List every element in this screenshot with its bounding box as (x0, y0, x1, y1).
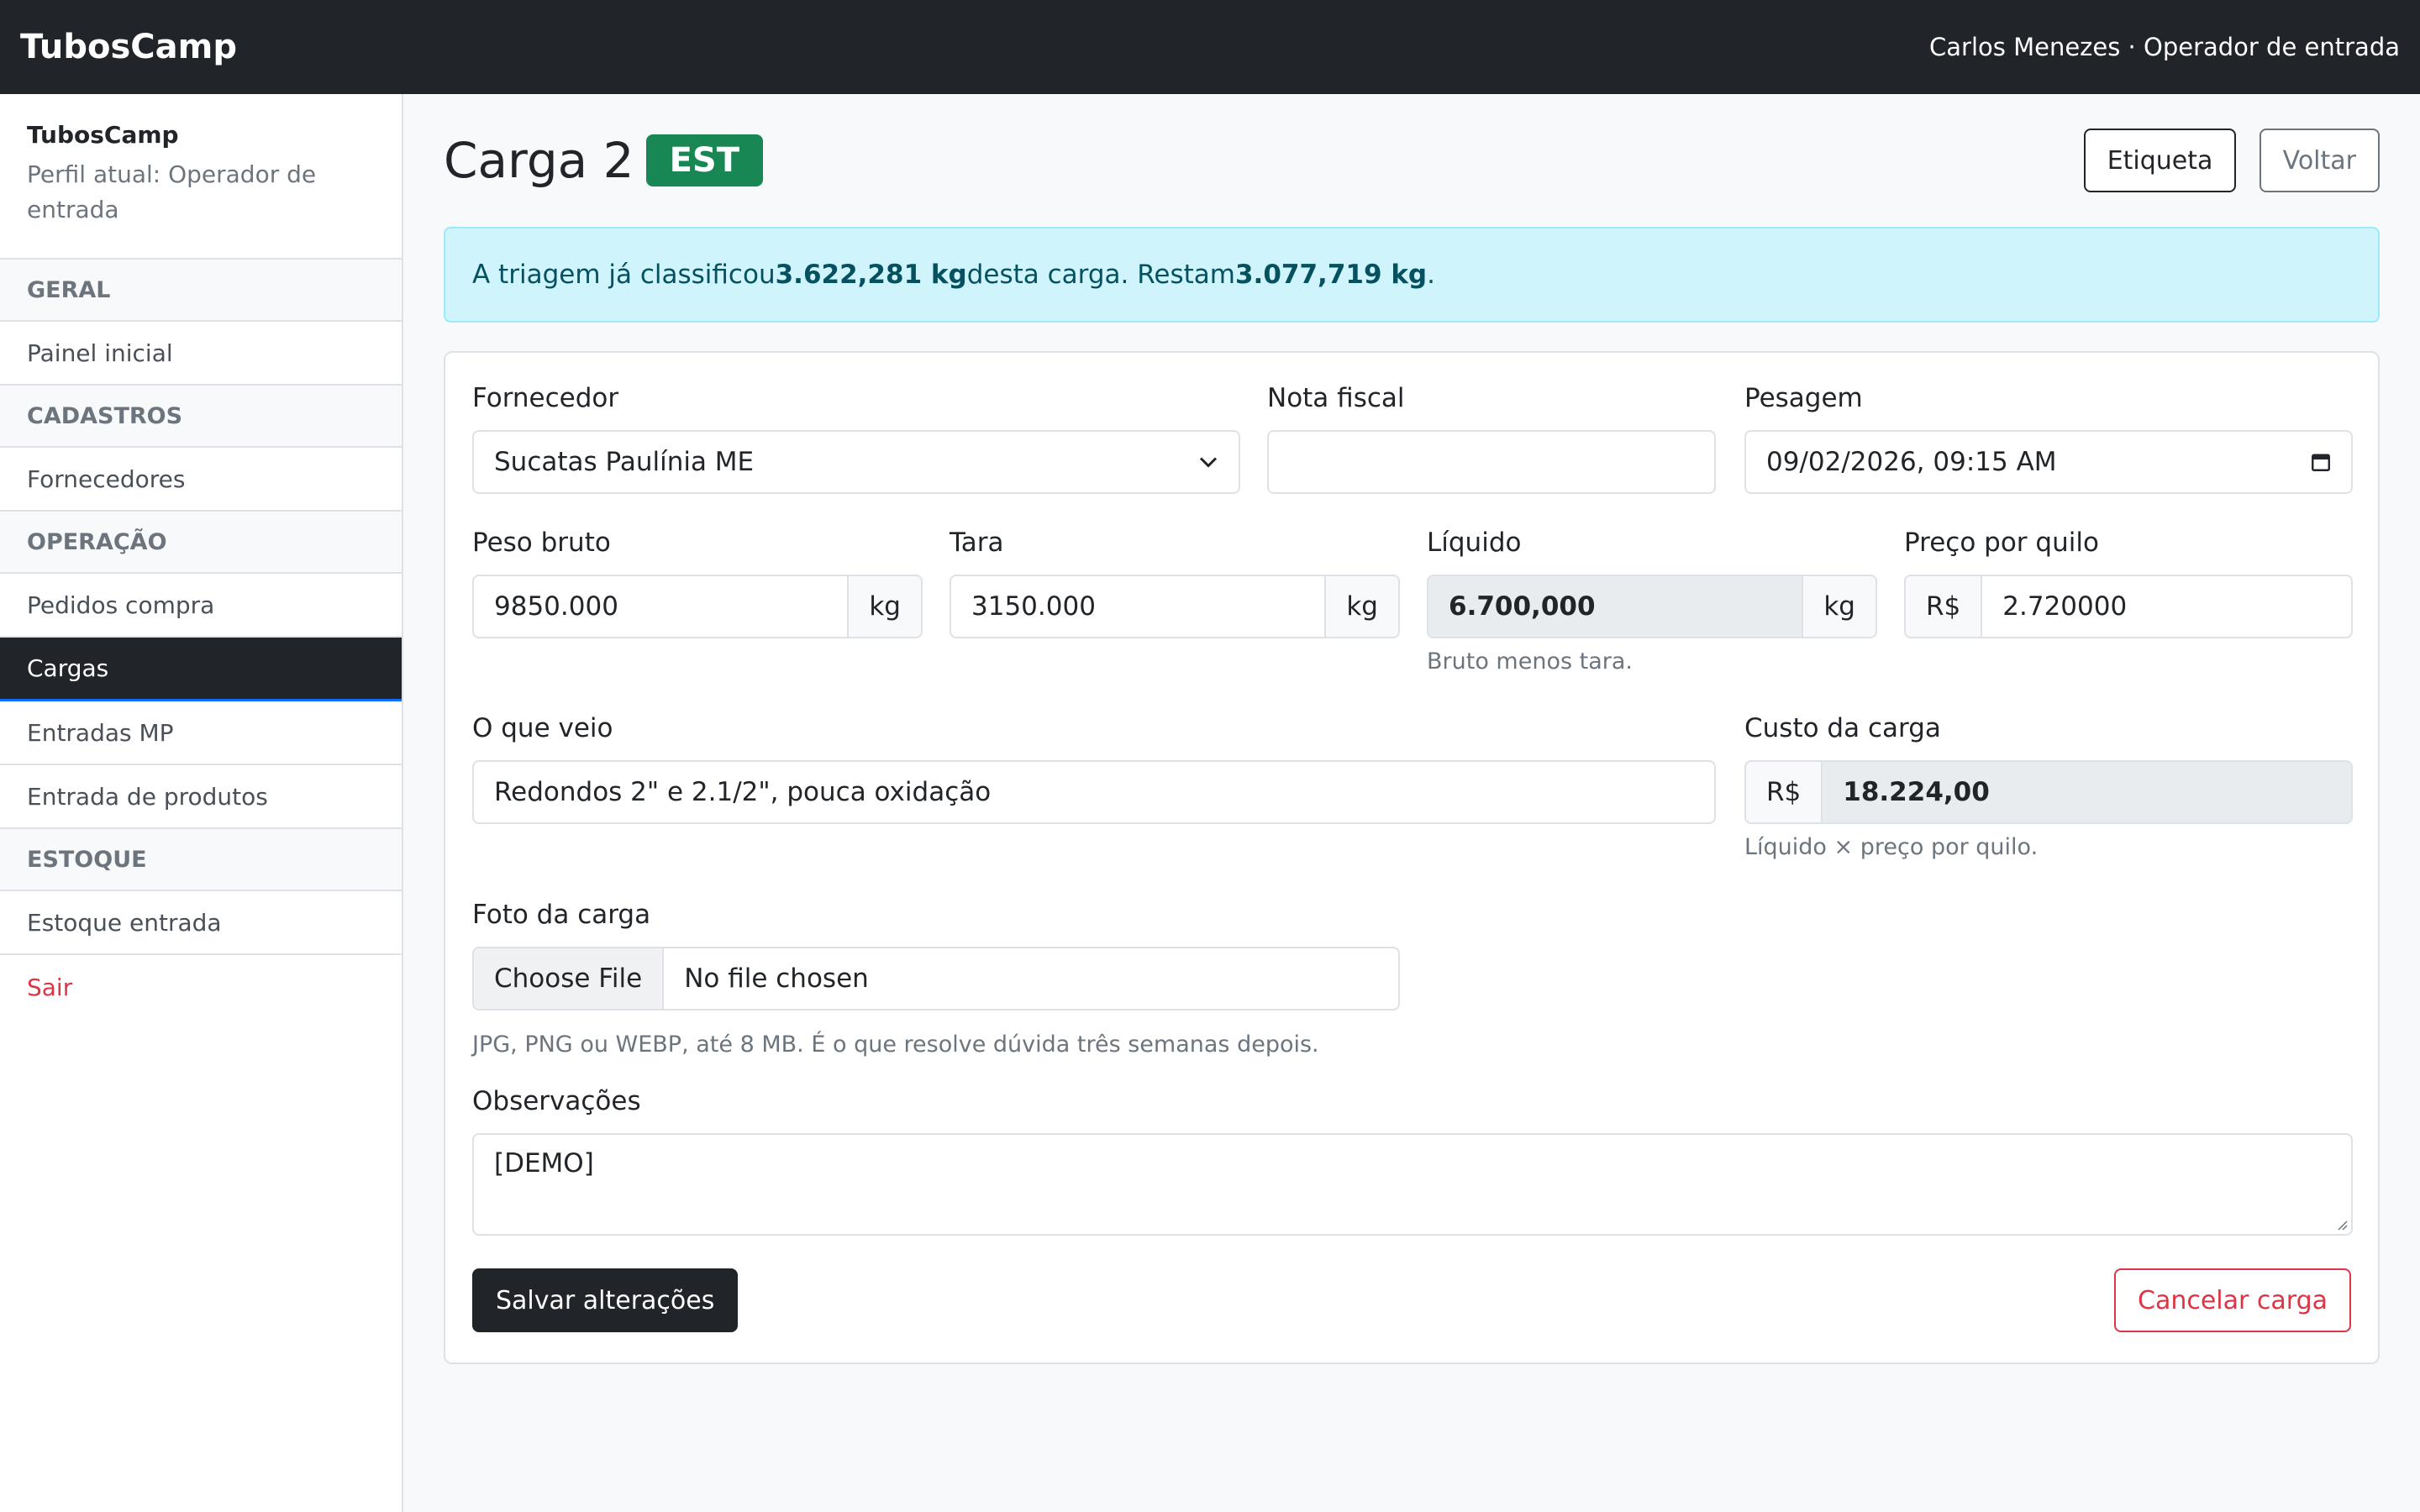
carga-form-card: Fornecedor Sucatas Paulínia ME Nota fisc… (444, 351, 2380, 1364)
tara-label: Tara (950, 528, 1004, 558)
alert-classified-value: 3.622,281 kg (775, 260, 967, 290)
triage-alert: A triagem já classificou 3.622,281 kg de… (444, 227, 2380, 323)
main-content: Carga 2 EST Etiqueta Voltar A triagem já… (444, 94, 2380, 1364)
top-navbar: TubosCamp Carlos Menezes · Operador de e… (0, 0, 2420, 94)
foto-file-input[interactable]: Choose File No file chosen (472, 947, 1400, 1011)
sidebar-item-sair[interactable]: Sair (0, 955, 402, 1019)
veio-input[interactable]: Redondos 2" e 2.1/2", pouca oxidação (472, 760, 1716, 824)
nota-label: Nota fiscal (1267, 383, 1405, 413)
sidebar: TubosCamp Perfil atual: Operador de entr… (0, 94, 403, 1512)
pesagem-value: 09/02/2026, 09:15 AM (1766, 447, 2057, 477)
choose-file-button[interactable]: Choose File (474, 948, 665, 1009)
obs-textarea[interactable]: [DEMO] (472, 1133, 2353, 1236)
liquido-field: Líquido 6.700,000 kg Bruto menos tara. (1427, 526, 1877, 675)
preco-input[interactable]: 2.720000 (1981, 575, 2353, 638)
bruto-label: Peso bruto (472, 528, 611, 558)
tara-group: 3150.000 kg (950, 575, 1400, 638)
calendar-icon[interactable] (2311, 452, 2331, 472)
sidebar-item-pedidos[interactable]: Pedidos compra (0, 574, 402, 638)
fornecedor-select[interactable]: Sucatas Paulínia ME (472, 430, 1240, 494)
sidebar-item-estoque-entrada[interactable]: Estoque entrada (0, 891, 402, 955)
obs-value: [DEMO] (494, 1148, 594, 1179)
foto-field: Foto da carga Choose File No file chosen (472, 898, 1400, 1011)
preco-field: Preço por quilo R$ 2.720000 (1904, 526, 2353, 638)
bruto-unit: kg (849, 575, 923, 638)
obs-field: Observações [DEMO] (472, 1084, 2353, 1236)
sidebar-group-estoque: ESTOQUE (0, 829, 402, 891)
sidebar-group-operacao: OPERAÇÃO (0, 512, 402, 574)
liquido-readonly: 6.700,000 (1427, 575, 1804, 638)
alert-text-pre: A triagem já classificou (472, 260, 776, 290)
sidebar-item-fornecedores[interactable]: Fornecedores (0, 448, 402, 512)
sidebar-group-cadastros: CADASTROS (0, 386, 402, 448)
liquido-help: Bruto menos tara. (1427, 648, 1633, 675)
voltar-button[interactable]: Voltar (2259, 129, 2380, 192)
foto-label: Foto da carga (472, 900, 651, 930)
sidebar-profile: Perfil atual: Operador de entrada (27, 160, 317, 223)
pesagem-input[interactable]: 09/02/2026, 09:15 AM (1744, 430, 2353, 494)
custo-readonly: 18.224,00 (1821, 760, 2353, 824)
resize-handle-icon[interactable] (2334, 1217, 2348, 1231)
veio-label: O que veio (472, 713, 613, 743)
bruto-field: Peso bruto 9850.000 kg (472, 526, 923, 638)
page-header: Carga 2 EST Etiqueta Voltar (444, 94, 2380, 227)
nota-input[interactable] (1267, 430, 1716, 494)
etiqueta-button[interactable]: Etiqueta (2083, 129, 2237, 192)
page-title: Carga 2 (444, 132, 634, 189)
sidebar-group-geral: GERAL (0, 260, 402, 322)
title-wrap: Carga 2 EST (444, 132, 763, 189)
sidebar-item-entradas-mp[interactable]: Entradas MP (0, 701, 402, 765)
sidebar-header: TubosCamp Perfil atual: Operador de entr… (0, 94, 402, 260)
foto-help: JPG, PNG ou WEBP, até 8 MB. É o que reso… (472, 1032, 1319, 1058)
veio-field: O que veio Redondos 2" e 2.1/2", pouca o… (472, 711, 1716, 824)
liquido-unit: kg (1803, 575, 1877, 638)
fornecedor-field: Fornecedor Sucatas Paulínia ME (472, 381, 1240, 494)
custo-group: R$ 18.224,00 (1744, 760, 2353, 824)
obs-label: Observações (472, 1086, 641, 1116)
custo-currency: R$ (1744, 760, 1822, 824)
sidebar-title: TubosCamp (27, 121, 179, 149)
current-user: Carlos Menezes · Operador de entrada (1929, 33, 2400, 61)
custo-help: Líquido × preço por quilo. (1744, 834, 2039, 860)
sidebar-item-cargas[interactable]: Cargas (0, 638, 402, 701)
alert-text-post: . (1427, 260, 1435, 290)
bruto-input[interactable]: 9850.000 (472, 575, 850, 638)
alert-remaining-value: 3.077,719 kg (1234, 260, 1428, 290)
bruto-group: 9850.000 kg (472, 575, 923, 638)
liquido-group: 6.700,000 kg (1427, 575, 1877, 638)
custo-field: Custo da carga R$ 18.224,00 Líquido × pr… (1744, 711, 2353, 860)
alert-text-mid: desta carga. Restam (966, 260, 1235, 290)
nota-field: Nota fiscal (1267, 381, 1716, 494)
cancel-carga-button[interactable]: Cancelar carga (2114, 1268, 2351, 1332)
fornecedor-label: Fornecedor (472, 383, 619, 413)
save-button[interactable]: Salvar alterações (472, 1268, 739, 1332)
pesagem-field: Pesagem 09/02/2026, 09:15 AM (1744, 381, 2353, 494)
pesagem-label: Pesagem (1744, 383, 1863, 413)
liquido-label: Líquido (1427, 528, 1522, 558)
fornecedor-value: Sucatas Paulínia ME (494, 447, 755, 477)
preco-group: R$ 2.720000 (1904, 575, 2353, 638)
tara-input[interactable]: 3150.000 (950, 575, 1327, 638)
preco-label: Preço por quilo (1904, 528, 2099, 558)
sidebar-item-painel[interactable]: Painel inicial (0, 322, 402, 386)
sidebar-item-entrada-produtos[interactable]: Entrada de produtos (0, 765, 402, 829)
file-name-text: No file chosen (684, 963, 869, 994)
brand-logo[interactable]: TubosCamp (20, 28, 237, 66)
custo-label: Custo da carga (1744, 713, 1941, 743)
tara-unit: kg (1326, 575, 1400, 638)
header-actions: Etiqueta Voltar (2083, 129, 2380, 192)
tara-field: Tara 3150.000 kg (950, 526, 1400, 638)
chevron-down-icon (1199, 457, 1218, 468)
preco-currency: R$ (1904, 575, 1981, 638)
status-badge: EST (645, 134, 763, 186)
